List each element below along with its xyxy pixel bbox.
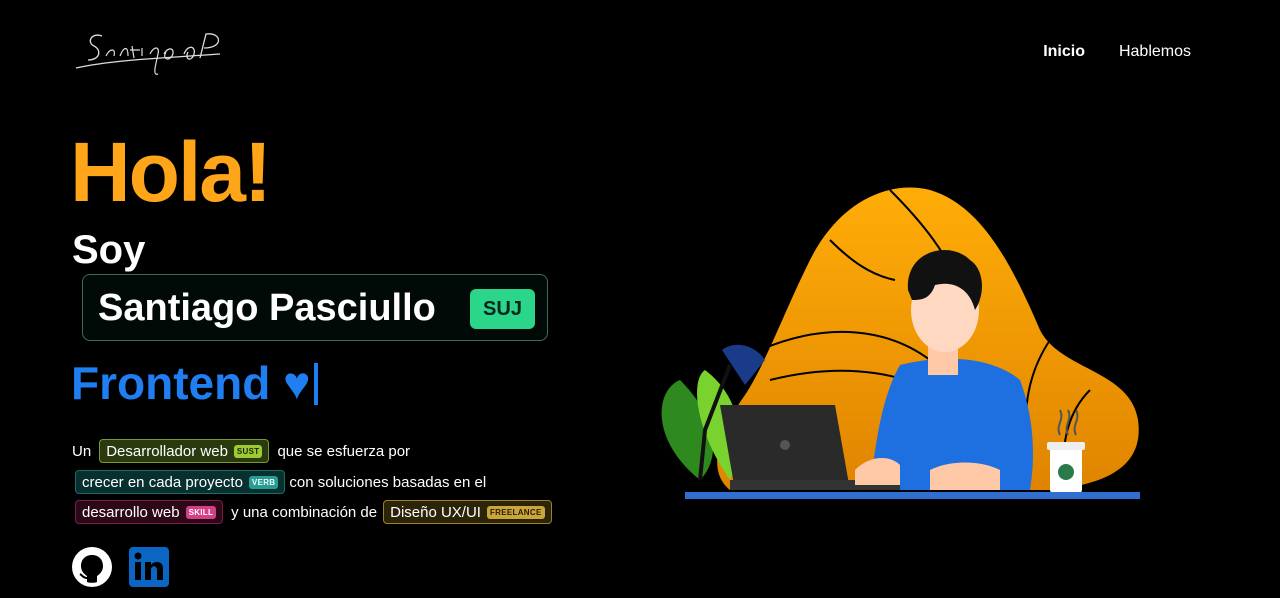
linkedin-icon[interactable] — [128, 546, 170, 588]
desc-text: y una combinación de — [231, 503, 378, 521]
desc-text: Un — [72, 442, 92, 460]
role-text: Frontend ♥ — [71, 357, 311, 409]
chip-crecer: crecer en cada proyecto VERB — [75, 470, 286, 494]
logo-signature[interactable] — [72, 24, 224, 84]
name-text: Santiago Pasciullo — [98, 287, 436, 329]
description-line-1: Un Desarrollador web SUST que se esfuerz… — [72, 438, 410, 464]
chip-desarrollador-web: Desarrollador web SUST — [99, 439, 270, 463]
typing-caret — [314, 363, 319, 405]
description-line-3: desarrollo web SKILL y una combinación d… — [72, 499, 552, 525]
chip-label: Desarrollador web — [106, 442, 228, 460]
nav-link-hablemos[interactable]: Hablemos — [1119, 43, 1191, 61]
description-line-2: crecer en cada proyecto VERB con solucio… — [72, 469, 486, 495]
desc-text: que se esfuerza por — [277, 442, 411, 460]
desc-text: con soluciones basadas en el — [289, 473, 487, 491]
chip-tag: FREELANCE — [486, 505, 545, 519]
chip-tag: VERB — [248, 475, 279, 489]
chip-diseno-ux-ui: Diseño UX/UI FREELANCE — [383, 500, 552, 524]
main-nav: Inicio Hablemos — [1043, 43, 1191, 61]
chip-label: desarrollo web — [82, 503, 180, 521]
chip-label: crecer en cada proyecto — [82, 473, 243, 491]
nav-link-inicio[interactable]: Inicio — [1043, 43, 1085, 61]
chip-label: Diseño UX/UI — [390, 503, 481, 521]
name-card: Santiago Pasciullo SUJ — [82, 274, 548, 341]
greeting-heading: Hola! — [70, 125, 272, 219]
chip-tag: SUST — [233, 444, 263, 458]
name-badge: SUJ — [470, 289, 535, 329]
github-icon[interactable] — [71, 546, 113, 588]
developer-illustration — [661, 187, 1140, 499]
intro-text: Soy — [72, 228, 146, 272]
role-typewriter: Frontend ♥ — [71, 357, 319, 409]
chip-tag: SKILL — [185, 505, 217, 519]
chip-desarrollo-web: desarrollo web SKILL — [75, 500, 224, 524]
